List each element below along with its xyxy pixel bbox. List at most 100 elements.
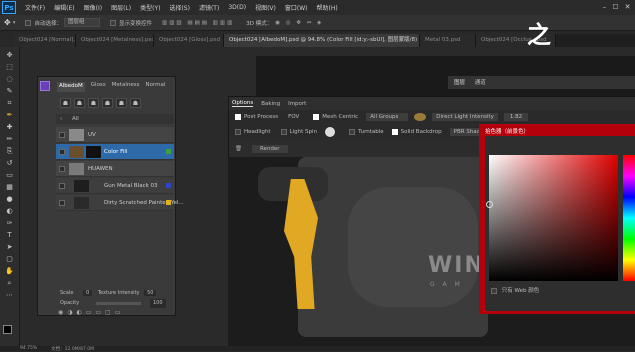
menu-3d[interactable]: 3D(D)	[228, 4, 246, 11]
dropdown-icon[interactable]: ▾	[13, 20, 16, 26]
texture-intensity-value[interactable]: 50	[144, 290, 157, 296]
tab-metalness[interactable]: Object024 [Metalness].psd	[76, 34, 154, 47]
auto-select-checkbox[interactable]	[25, 19, 32, 26]
auto-select-label: 自动选择：	[34, 20, 62, 27]
env-sphere-icon[interactable]	[325, 127, 336, 137]
post-process-checkbox[interactable]	[235, 114, 241, 120]
menu-image[interactable]: 图像(I)	[84, 3, 102, 12]
layer-thumbnail	[74, 197, 89, 209]
tab-normal-channel[interactable]: Normal	[145, 82, 165, 92]
web-only-checkbox[interactable]	[491, 287, 497, 294]
layer-tool-icon-3[interactable]: ☗	[88, 98, 99, 108]
layer-row-huawen[interactable]: HUAWEN	[56, 161, 174, 177]
tab-layers[interactable]: 图层	[454, 80, 465, 86]
marquee-tool-icon[interactable]: ⬚	[4, 63, 15, 72]
solid-backdrop-checkbox[interactable]	[391, 129, 398, 135]
layer-group-select[interactable]: 图层组	[63, 18, 100, 27]
dodge-tool-icon[interactable]: ◐	[4, 207, 15, 216]
menu-file[interactable]: 文件(F)	[25, 3, 45, 12]
path-select-icon[interactable]: ➤	[4, 243, 15, 252]
history-brush-icon[interactable]: ↺	[4, 159, 15, 168]
move-tool-icon[interactable]: ✥	[4, 18, 11, 27]
lasso-tool-icon[interactable]: ◌	[4, 75, 15, 84]
visibility-toggle[interactable]	[59, 132, 65, 138]
zoom-level[interactable]: 94.75%	[20, 346, 37, 351]
tab-options[interactable]: Options	[232, 100, 254, 107]
tab-metal03[interactable]: Metal 03.psd	[420, 34, 476, 47]
close-button[interactable]: ✕	[623, 3, 632, 12]
pen-tool-icon[interactable]: ✑	[4, 219, 15, 228]
visibility-toggle[interactable]	[59, 166, 65, 172]
menu-window[interactable]: 窗口(W)	[285, 3, 308, 12]
opacity-slider[interactable]	[96, 302, 141, 305]
layer-tool-icon-4[interactable]: ☗	[102, 98, 113, 108]
menu-filter[interactable]: 滤镜(T)	[199, 3, 219, 12]
layer-tool-icon-5[interactable]: ☗	[116, 98, 127, 108]
render-button[interactable]: Render	[251, 144, 288, 153]
clone-tool-icon[interactable]: ⎘	[4, 147, 15, 156]
menu-select[interactable]: 选择(S)	[169, 3, 190, 12]
foreground-color-swatch[interactable]	[3, 325, 12, 334]
mesh-centric-checkbox[interactable]	[313, 114, 320, 120]
turntable-checkbox[interactable]	[349, 129, 356, 135]
opacity-value[interactable]: 100	[150, 299, 166, 308]
fov-label[interactable]: FOV	[288, 114, 299, 120]
tab-import[interactable]: Import	[288, 101, 306, 107]
headlight-checkbox[interactable]	[235, 129, 241, 135]
menu-help[interactable]: 帮助(H)	[317, 3, 338, 12]
menu-edit[interactable]: 编辑(E)	[54, 3, 74, 12]
crop-tool-icon[interactable]: ⌗	[4, 99, 15, 108]
layer-row-dirty-scratched[interactable]: Dirty Scratched Painted Yel...	[56, 195, 184, 211]
layer-tool-icon-2[interactable]: ☗	[74, 98, 85, 108]
eraser-tool-icon[interactable]: ▭	[4, 171, 15, 180]
move-tool-icon[interactable]: ✥	[4, 51, 15, 60]
hand-tool-icon[interactable]: ✋	[4, 267, 15, 276]
layer-row-gun-metal[interactable]: Gun Metal Black 03	[56, 178, 174, 194]
tab-gloss[interactable]: Object024 [Gloss].psd	[154, 34, 224, 47]
menu-view[interactable]: 视图(V)	[255, 3, 276, 12]
brush-tool-icon[interactable]: ✏	[4, 135, 15, 144]
type-tool-icon[interactable]: T	[4, 231, 15, 240]
color-cursor-icon[interactable]	[486, 201, 493, 208]
layer-tool-icon-1[interactable]: ☗	[60, 98, 71, 108]
more-tools-icon[interactable]: ⋯	[4, 291, 15, 300]
scale-value[interactable]: 0	[83, 290, 93, 296]
blur-tool-icon[interactable]: ●	[4, 195, 15, 204]
saturation-value-field[interactable]	[489, 155, 618, 281]
light-spin-checkbox[interactable]	[280, 129, 287, 135]
layer-bottom-toolbar[interactable]: ◉◑◐▭▭▢▭	[58, 310, 174, 316]
tab-albedom[interactable]: Object024 [AlbedoM].psd @ 94.8% (Color F…	[224, 34, 420, 47]
menu-type[interactable]: 类型(Y)	[140, 3, 160, 12]
layer-tool-icon-6[interactable]: ☗	[130, 98, 141, 108]
zoom-tool-icon[interactable]: ⌕	[4, 279, 15, 288]
tab-albedom-channel[interactable]: AlbedoM	[57, 82, 85, 92]
menu-layer[interactable]: 图层(L)	[111, 3, 131, 12]
transform-checkbox[interactable]	[109, 19, 116, 26]
visibility-toggle[interactable]	[59, 183, 65, 189]
minimize-button[interactable]: –	[600, 3, 609, 12]
tab-gloss-channel[interactable]: Gloss	[91, 82, 106, 92]
quick-select-tool-icon[interactable]: ✎	[4, 87, 15, 96]
opacity-row: Opacity 100	[56, 299, 174, 308]
all-groups-select[interactable]: All Groups	[366, 113, 409, 121]
shape-tool-icon[interactable]: ▢	[4, 255, 15, 264]
healing-tool-icon[interactable]: ✚	[4, 123, 15, 132]
visibility-toggle[interactable]	[59, 149, 65, 155]
direct-light-value[interactable]: 1.82	[503, 113, 529, 121]
light-sphere-icon[interactable]	[414, 113, 427, 121]
layer-row-uv[interactable]: UV	[56, 127, 174, 143]
layer-row-color-fill[interactable]: Color Fill	[56, 144, 174, 160]
eyedropper-tool-icon[interactable]: ✒	[4, 111, 15, 120]
gradient-tool-icon[interactable]: ▦	[4, 183, 15, 192]
maximize-button[interactable]: ☐	[611, 3, 620, 12]
tab-channels[interactable]: 通道	[475, 80, 486, 86]
tab-baking[interactable]: Baking	[261, 101, 280, 107]
align-icons[interactable]: ▥▥▥ ▤▤▤ ▥▥▥	[162, 20, 234, 26]
breadcrumb[interactable]: ‹ All	[56, 114, 174, 124]
trash-icon[interactable]: 🗑	[235, 146, 242, 152]
hue-slider[interactable]	[623, 155, 635, 281]
visibility-toggle[interactable]	[59, 200, 65, 206]
tab-metalness-channel[interactable]: Metalness	[112, 82, 140, 92]
tab-normal[interactable]: Object024 [Normal].psd	[14, 34, 76, 47]
3d-mode-icons[interactable]: ◉ ◎ ✥ ⇔ ◈	[275, 20, 323, 26]
